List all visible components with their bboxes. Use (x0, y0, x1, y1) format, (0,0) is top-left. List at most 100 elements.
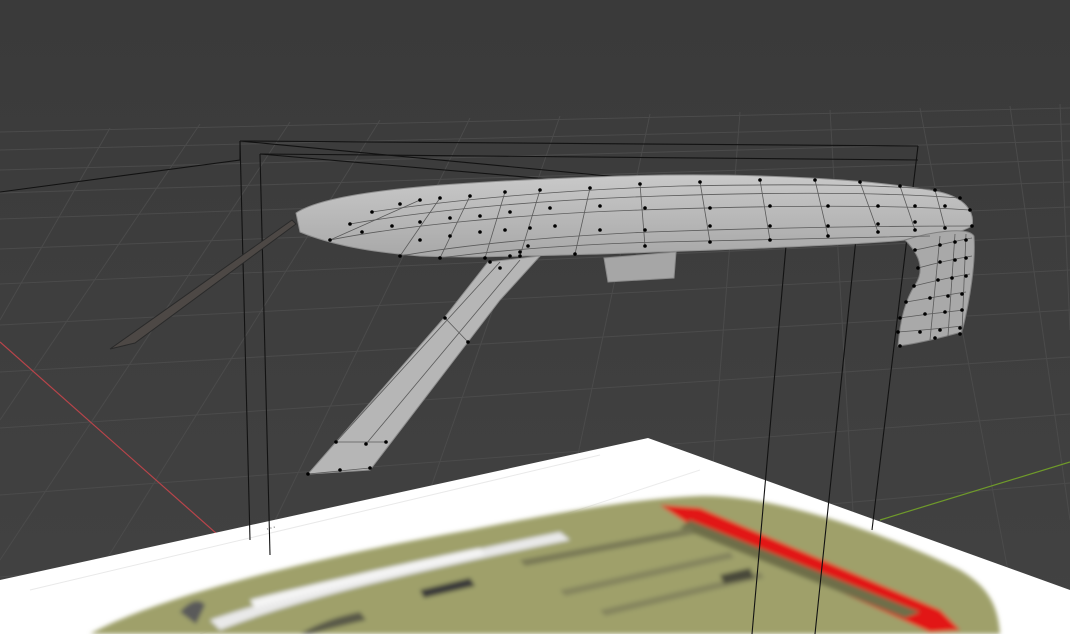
vertex-point[interactable] (438, 256, 442, 260)
vertex-point[interactable] (370, 210, 374, 214)
vertex-point[interactable] (328, 238, 332, 242)
vertex-point[interactable] (913, 228, 917, 232)
vertex-point[interactable] (368, 466, 372, 470)
vertex-point[interactable] (478, 214, 482, 218)
vertex-point[interactable] (588, 186, 592, 190)
vertex-point[interactable] (943, 310, 947, 314)
vertex-point[interactable] (943, 226, 947, 230)
vertex-point[interactable] (526, 244, 530, 248)
viewport-canvas[interactable]: ... (0, 0, 1070, 634)
vertex-point[interactable] (958, 196, 962, 200)
vertex-point[interactable] (390, 224, 394, 228)
vertex-point[interactable] (938, 243, 942, 247)
vertex-point[interactable] (443, 316, 447, 320)
vertex-point[interactable] (964, 256, 968, 260)
vertex-point[interactable] (708, 240, 712, 244)
vertex-point[interactable] (904, 300, 908, 304)
vertex-point[interactable] (898, 344, 902, 348)
vertex-point[interactable] (638, 182, 642, 186)
vertex-point[interactable] (858, 180, 862, 184)
vertex-point[interactable] (964, 274, 968, 278)
vertex-point[interactable] (468, 194, 472, 198)
vertex-point[interactable] (953, 240, 957, 244)
vertex-point[interactable] (548, 206, 552, 210)
vertex-point[interactable] (826, 224, 830, 228)
vertex-point[interactable] (364, 442, 368, 446)
vertex-point[interactable] (960, 292, 964, 296)
vertex-point[interactable] (360, 230, 364, 234)
vertex-point[interactable] (768, 238, 772, 242)
vertex-point[interactable] (418, 220, 422, 224)
vertex-point[interactable] (334, 440, 338, 444)
vertex-point[interactable] (960, 308, 964, 312)
vertex-point[interactable] (933, 188, 937, 192)
vertex-point[interactable] (913, 220, 917, 224)
vertex-point[interactable] (768, 204, 772, 208)
vertex-point[interactable] (768, 224, 772, 228)
vertex-point[interactable] (936, 278, 940, 282)
vertex-point[interactable] (306, 472, 310, 476)
vertex-point[interactable] (483, 256, 487, 260)
vertex-point[interactable] (418, 238, 422, 242)
vertex-point[interactable] (598, 228, 602, 232)
vertex-point[interactable] (708, 224, 712, 228)
vertex-point[interactable] (968, 208, 972, 212)
vertex-point[interactable] (923, 312, 927, 316)
vertex-point[interactable] (943, 204, 947, 208)
vertex-point[interactable] (896, 330, 900, 334)
vertex-point[interactable] (938, 260, 942, 264)
vertex-point[interactable] (538, 188, 542, 192)
vertex-point[interactable] (503, 228, 507, 232)
vertex-point[interactable] (478, 230, 482, 234)
vertex-point[interactable] (518, 250, 522, 254)
vertex-point[interactable] (466, 340, 470, 344)
vertex-point[interactable] (448, 234, 452, 238)
vertex-point[interactable] (958, 332, 962, 336)
vertex-point[interactable] (573, 252, 577, 256)
vertex-point[interactable] (398, 202, 402, 206)
vertex-point[interactable] (950, 276, 954, 280)
vertex-point[interactable] (898, 184, 902, 188)
vertex-point[interactable] (758, 178, 762, 182)
3d-viewport[interactable]: ... (0, 0, 1070, 634)
vertex-point[interactable] (348, 222, 352, 226)
vertex-point[interactable] (898, 316, 902, 320)
vertex-point[interactable] (448, 216, 452, 220)
vertex-point[interactable] (912, 284, 916, 288)
vertex-point[interactable] (598, 204, 602, 208)
vertex-point[interactable] (398, 254, 402, 258)
vertex-point[interactable] (384, 440, 388, 444)
vertex-point[interactable] (338, 468, 342, 472)
vertex-point[interactable] (698, 180, 702, 184)
vertex-point[interactable] (876, 204, 880, 208)
vertex-point[interactable] (643, 228, 647, 232)
vertex-point[interactable] (643, 206, 647, 210)
vertex-point[interactable] (913, 248, 917, 252)
vertex-point[interactable] (498, 266, 502, 270)
vertex-point[interactable] (508, 254, 512, 258)
vertex-point[interactable] (518, 254, 522, 258)
vertex-point[interactable] (503, 190, 507, 194)
vertex-point[interactable] (916, 266, 920, 270)
vertex-point[interactable] (933, 336, 937, 340)
vertex-point[interactable] (528, 226, 532, 230)
vertex-point[interactable] (826, 234, 830, 238)
vertex-point[interactable] (938, 328, 942, 332)
vertex-point[interactable] (946, 294, 950, 298)
vertex-point[interactable] (826, 204, 830, 208)
vertex-point[interactable] (708, 206, 712, 210)
vertex-point[interactable] (488, 260, 492, 264)
vertex-point[interactable] (958, 326, 962, 330)
vertex-point[interactable] (418, 198, 422, 202)
vertex-point[interactable] (913, 204, 917, 208)
vertex-point[interactable] (813, 178, 817, 182)
vertex-point[interactable] (508, 210, 512, 214)
vertex-point[interactable] (928, 296, 932, 300)
vertex-point[interactable] (876, 230, 880, 234)
vertex-point[interactable] (970, 224, 974, 228)
vertex-point[interactable] (553, 224, 557, 228)
vertex-point[interactable] (918, 330, 922, 334)
vertex-point[interactable] (876, 222, 880, 226)
vertex-point[interactable] (643, 244, 647, 248)
vertex-point[interactable] (438, 196, 442, 200)
